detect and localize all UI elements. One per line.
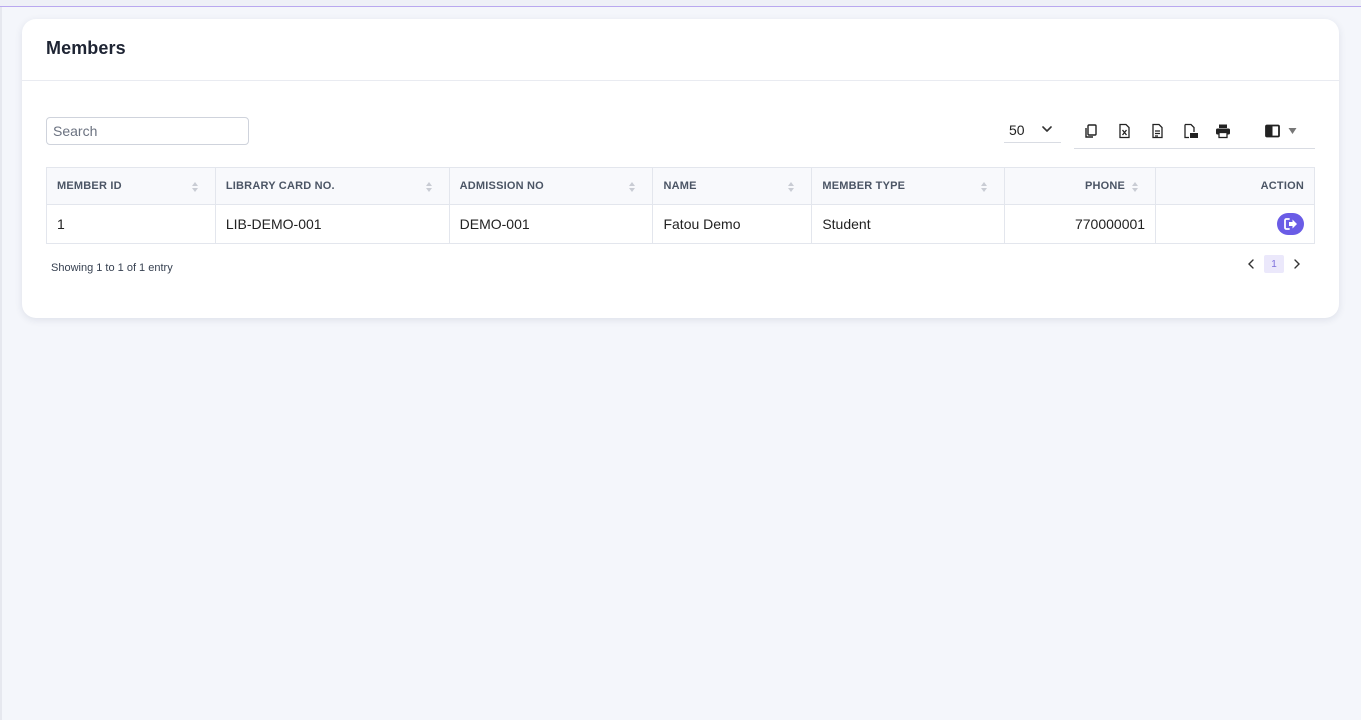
cell-member-type: Student xyxy=(811,204,1006,244)
column-header-action: ACTION xyxy=(1155,167,1315,205)
left-edge-border xyxy=(0,7,2,720)
page-length-value: 50 xyxy=(1009,121,1025,138)
card-header: Members xyxy=(22,19,1339,81)
sort-icon xyxy=(629,182,636,192)
cell-name: Fatou Demo xyxy=(652,204,813,244)
excel-icon xyxy=(1118,123,1130,138)
page-length-select[interactable]: 50 xyxy=(1004,117,1061,143)
search-input[interactable] xyxy=(46,117,249,145)
excel-button[interactable] xyxy=(1107,116,1140,146)
sort-icon xyxy=(788,182,795,192)
sort-icon xyxy=(981,182,988,192)
cell-phone: 770000001 xyxy=(1004,204,1157,244)
print-button[interactable] xyxy=(1206,116,1239,146)
previous-page-button[interactable] xyxy=(1244,255,1258,273)
caret-down-icon xyxy=(1288,127,1297,134)
column-header-name[interactable]: NAME xyxy=(652,167,813,205)
export-toolbar xyxy=(1074,113,1315,149)
issue-book-button[interactable] xyxy=(1277,213,1304,235)
print-icon xyxy=(1215,124,1230,138)
column-header-library-card-no[interactable]: LIBRARY CARD NO. xyxy=(214,167,450,205)
cell-member-id: 1 xyxy=(46,204,216,244)
column-header-member-type[interactable]: MEMBER TYPE xyxy=(811,167,1006,205)
chevron-left-icon xyxy=(1248,259,1254,269)
column-header-admission-no[interactable]: ADMISSION NO xyxy=(448,167,654,205)
csv-button[interactable] xyxy=(1140,116,1173,146)
pdf-icon xyxy=(1183,123,1198,138)
column-header-member-id[interactable]: MEMBER ID xyxy=(46,167,216,205)
copy-button[interactable] xyxy=(1074,116,1107,146)
chevron-down-icon xyxy=(1042,126,1052,132)
members-table: MEMBER ID LIBRARY CARD NO. ADMISSION NO … xyxy=(46,167,1315,244)
sort-icon xyxy=(191,182,198,192)
members-card: Members 50 xyxy=(22,19,1339,318)
sign-out-icon xyxy=(1283,218,1297,230)
top-accent-bar xyxy=(0,0,1361,7)
pagination: 1 xyxy=(1244,255,1304,273)
cell-action xyxy=(1155,204,1315,244)
chevron-right-icon xyxy=(1294,259,1300,269)
page-title: Members xyxy=(46,38,126,58)
copy-icon xyxy=(1084,123,1097,138)
columns-icon xyxy=(1265,124,1280,137)
table-row: 1 LIB-DEMO-001 DEMO-001 Fatou Demo Stude… xyxy=(46,204,1315,244)
sort-icon xyxy=(425,182,432,192)
column-visibility-button[interactable] xyxy=(1247,116,1315,146)
pdf-button[interactable] xyxy=(1173,116,1206,146)
table-header-row: MEMBER ID LIBRARY CARD NO. ADMISSION NO … xyxy=(46,167,1315,205)
csv-icon xyxy=(1151,123,1163,138)
page-button-current[interactable]: 1 xyxy=(1264,255,1284,273)
table-info-text: Showing 1 to 1 of 1 entry xyxy=(51,262,173,274)
next-page-button[interactable] xyxy=(1290,255,1304,273)
column-header-phone[interactable]: PHONE xyxy=(1004,167,1157,205)
cell-library-card-no: LIB-DEMO-001 xyxy=(214,204,450,244)
sort-icon xyxy=(1132,182,1139,192)
cell-admission-no: DEMO-001 xyxy=(448,204,654,244)
